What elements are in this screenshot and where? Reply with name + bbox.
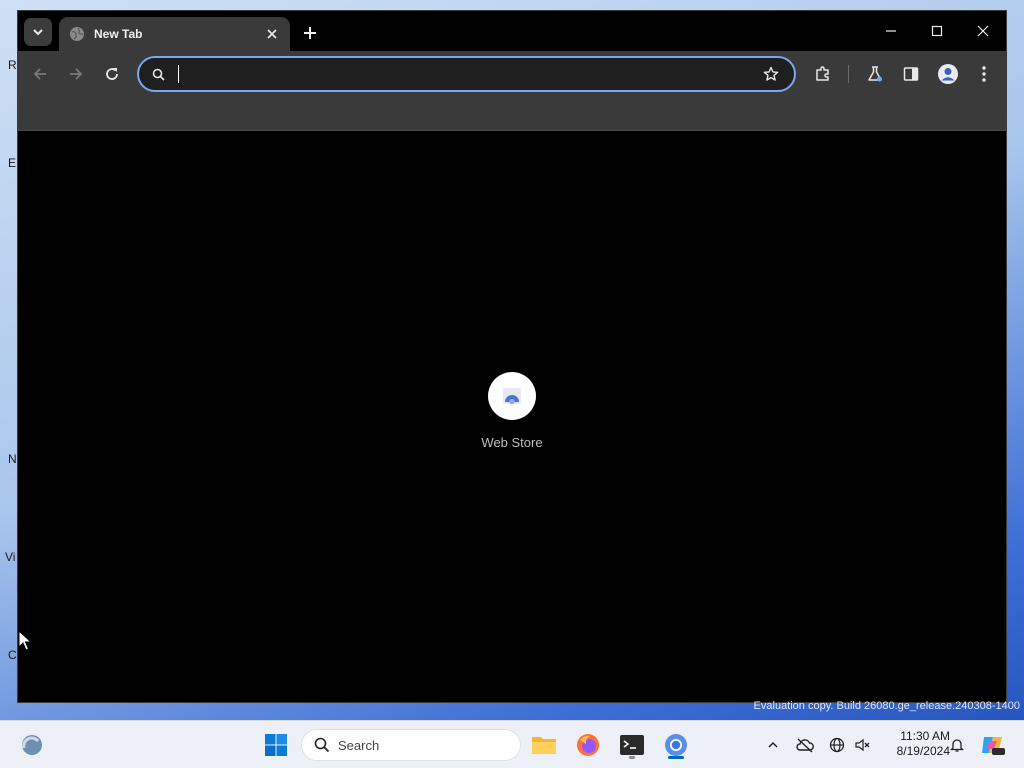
maximize-icon xyxy=(931,25,943,37)
firefox-button[interactable] xyxy=(572,729,604,761)
browser-toolbar xyxy=(18,51,1006,97)
chrome-icon xyxy=(665,734,687,756)
arrow-right-icon xyxy=(70,68,83,80)
running-indicator xyxy=(629,756,635,759)
browser-window: New Tab Web Store xyxy=(18,11,1006,702)
weather-widget-icon xyxy=(22,735,42,755)
plus-icon xyxy=(304,27,316,39)
clock-date: 8/19/2024 xyxy=(896,744,950,758)
mouse-cursor-icon xyxy=(18,630,32,651)
maximize-button[interactable] xyxy=(914,17,960,45)
taskbar: Search 11:30 AM 8/19/2024 xyxy=(0,720,1024,768)
copilot-button[interactable] xyxy=(978,731,1008,759)
back-button[interactable] xyxy=(27,61,53,87)
taskbar-search[interactable]: Search xyxy=(301,729,521,761)
new-tab-page: Web Store xyxy=(18,132,1006,702)
profile-button[interactable] xyxy=(935,61,961,87)
chevron-up-icon xyxy=(768,741,778,748)
onedrive-tray[interactable] xyxy=(793,731,817,759)
bookmarks-bar xyxy=(18,97,1006,131)
chevron-down-icon xyxy=(33,29,43,36)
tab-title: New Tab xyxy=(94,27,143,41)
tab-new-tab[interactable]: New Tab xyxy=(59,17,290,51)
globe-icon xyxy=(829,737,845,753)
flask-icon xyxy=(868,66,882,82)
toolbar-separator xyxy=(848,65,849,83)
tab-search-button[interactable] xyxy=(24,18,52,46)
reload-icon xyxy=(106,68,118,80)
minimize-icon xyxy=(886,30,896,32)
search-icon xyxy=(314,737,330,753)
side-panel-icon xyxy=(903,67,919,81)
forward-button[interactable] xyxy=(63,61,89,87)
close-tab-icon[interactable] xyxy=(264,26,280,42)
avatar-icon xyxy=(938,64,958,84)
notifications-button[interactable] xyxy=(946,731,968,759)
windows-logo-icon xyxy=(265,734,287,756)
shortcut-tile[interactable] xyxy=(488,372,536,420)
show-hidden-icons-button[interactable] xyxy=(762,731,784,759)
address-bar[interactable] xyxy=(137,56,796,92)
firefox-icon xyxy=(577,734,599,756)
widgets-button[interactable] xyxy=(16,729,48,761)
active-indicator xyxy=(668,756,684,759)
speaker-muted-icon xyxy=(855,738,870,752)
taskbar-search-label: Search xyxy=(338,737,380,753)
new-tab-button[interactable] xyxy=(298,21,322,45)
close-window-button[interactable] xyxy=(960,17,1006,45)
bookmark-star-icon[interactable] xyxy=(756,59,786,89)
extensions-button[interactable] xyxy=(810,61,836,87)
desktop-icon-label: N xyxy=(8,452,17,466)
file-explorer-button[interactable] xyxy=(528,729,560,761)
cloud-off-icon xyxy=(796,738,814,753)
desktop-icon-label: C xyxy=(8,648,17,662)
start-button[interactable] xyxy=(260,729,292,761)
reload-button[interactable] xyxy=(99,61,125,87)
search-icon xyxy=(141,58,175,90)
desktop-icon-label: E xyxy=(8,156,17,170)
arrow-left-icon xyxy=(33,68,46,80)
globe-icon xyxy=(70,27,84,41)
desktop-icon-label: R xyxy=(8,58,17,72)
menu-button[interactable] xyxy=(971,61,997,87)
web-store-icon xyxy=(503,388,521,405)
tab-strip: New Tab xyxy=(18,11,1006,51)
side-panel-button[interactable] xyxy=(898,61,924,87)
terminal-icon xyxy=(620,735,644,755)
shortcut-label: Web Store xyxy=(481,435,543,450)
terminal-button[interactable] xyxy=(616,729,648,761)
puzzle-icon xyxy=(816,66,829,81)
close-icon xyxy=(977,25,989,37)
system-clock[interactable]: 11:30 AM 8/19/2024 xyxy=(876,729,950,759)
folder-icon xyxy=(532,737,556,754)
network-tray[interactable] xyxy=(826,731,848,759)
bell-icon xyxy=(949,739,965,752)
volume-tray[interactable] xyxy=(852,731,872,759)
evaluation-watermark: Evaluation copy. Build 26080.ge_release.… xyxy=(753,700,1020,712)
desktop-icon-label: Vi xyxy=(5,550,16,564)
copilot-icon xyxy=(982,737,1005,755)
chrome-button[interactable] xyxy=(660,729,692,761)
shortcut-web-store[interactable]: Web Store xyxy=(472,372,552,450)
address-input[interactable] xyxy=(179,60,756,88)
labs-button[interactable] xyxy=(862,61,888,87)
more-vert-icon xyxy=(982,66,986,82)
clock-time: 11:30 AM xyxy=(900,729,950,743)
minimize-button[interactable] xyxy=(868,17,914,45)
